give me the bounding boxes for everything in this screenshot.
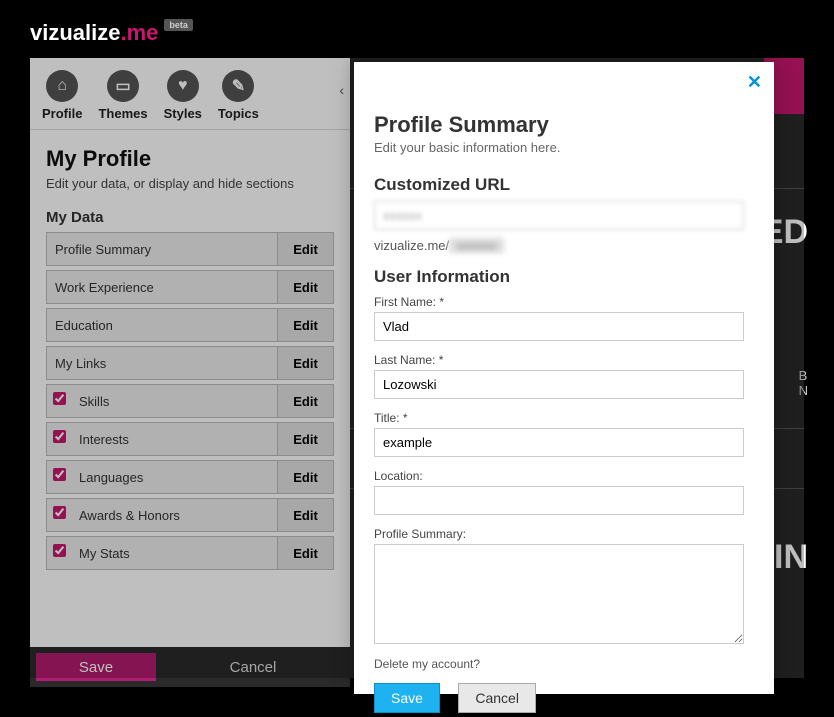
- preview-text-2: IN: [774, 538, 808, 577]
- beta-badge: beta: [164, 19, 193, 31]
- edit-button[interactable]: Edit: [277, 347, 333, 379]
- briefcase-icon: ▭: [107, 70, 139, 102]
- data-row: Profile SummaryEdit: [46, 232, 334, 266]
- chevron-left-icon[interactable]: ‹: [339, 82, 344, 98]
- data-row: My StatsEdit: [46, 536, 334, 570]
- modal-title: Profile Summary: [374, 112, 754, 138]
- row-label: Languages: [71, 470, 277, 485]
- tab-profile[interactable]: ⌂ Profile: [34, 66, 90, 129]
- page-title: My Profile: [46, 146, 334, 172]
- preview-text-small: BN: [799, 368, 808, 398]
- first-name-input[interactable]: [374, 312, 744, 341]
- custom-url-input[interactable]: [374, 201, 744, 230]
- heart-icon: ♥: [167, 70, 199, 102]
- row-checkbox-wrap: [47, 468, 71, 486]
- last-name-input[interactable]: [374, 370, 744, 399]
- edit-button[interactable]: Edit: [277, 385, 333, 417]
- row-label: Education: [47, 318, 277, 333]
- row-label: Interests: [71, 432, 277, 447]
- row-checkbox-wrap: [47, 544, 71, 562]
- row-checkbox[interactable]: [53, 392, 66, 405]
- title-label: Title: *: [374, 411, 754, 425]
- brand-logo: vizualize.me beta: [30, 20, 804, 46]
- url-display: vizualize.me/xxxxxx: [374, 238, 754, 253]
- modal-save-button[interactable]: Save: [374, 683, 440, 713]
- location-label: Location:: [374, 469, 754, 483]
- tab-topics[interactable]: ✎ Topics: [210, 66, 267, 129]
- data-row: EducationEdit: [46, 308, 334, 342]
- edit-button[interactable]: Edit: [277, 271, 333, 303]
- row-checkbox[interactable]: [53, 506, 66, 519]
- title-input[interactable]: [374, 428, 744, 457]
- data-row: LanguagesEdit: [46, 460, 334, 494]
- data-row: Work ExperienceEdit: [46, 270, 334, 304]
- user-info-heading: User Information: [374, 267, 754, 287]
- modal-cancel-button[interactable]: Cancel: [458, 683, 536, 713]
- edit-button[interactable]: Edit: [277, 233, 333, 265]
- page-subtitle: Edit your data, or display and hide sect…: [46, 176, 334, 191]
- row-label: My Links: [47, 356, 277, 371]
- tab-styles[interactable]: ♥ Styles: [156, 66, 210, 129]
- profile-summary-modal: ✕ Profile Summary Edit your basic inform…: [354, 62, 774, 694]
- row-checkbox[interactable]: [53, 544, 66, 557]
- delete-account-link[interactable]: Delete my account?: [374, 657, 754, 671]
- brand-part2: .me: [120, 20, 158, 46]
- summary-label: Profile Summary:: [374, 527, 754, 541]
- row-label: Awards & Honors: [71, 508, 277, 523]
- data-row: InterestsEdit: [46, 422, 334, 456]
- data-row: My LinksEdit: [46, 346, 334, 380]
- mydata-heading: My Data: [46, 209, 334, 226]
- tab-themes-label: Themes: [98, 106, 147, 121]
- url-prefix: vizualize.me/: [374, 238, 449, 253]
- tab-profile-label: Profile: [42, 106, 82, 121]
- close-icon[interactable]: ✕: [747, 72, 762, 93]
- brand-part1: vizualize: [30, 20, 120, 46]
- data-row: Awards & HonorsEdit: [46, 498, 334, 532]
- edit-button[interactable]: Edit: [277, 537, 333, 569]
- edit-button[interactable]: Edit: [277, 461, 333, 493]
- row-label: Work Experience: [47, 280, 277, 295]
- row-label: Skills: [71, 394, 277, 409]
- last-name-label: Last Name: *: [374, 353, 754, 367]
- tab-styles-label: Styles: [164, 106, 202, 121]
- custom-url-heading: Customized URL: [374, 175, 754, 195]
- location-input[interactable]: [374, 486, 744, 515]
- clip-icon: ✎: [222, 70, 254, 102]
- tab-themes[interactable]: ▭ Themes: [90, 66, 155, 129]
- save-button[interactable]: Save: [36, 653, 156, 681]
- url-suffix: xxxxxx: [449, 238, 504, 253]
- row-label: Profile Summary: [47, 242, 277, 257]
- row-checkbox[interactable]: [53, 430, 66, 443]
- row-checkbox-wrap: [47, 430, 71, 448]
- edit-button[interactable]: Edit: [277, 423, 333, 455]
- home-icon: ⌂: [46, 70, 78, 102]
- row-checkbox-wrap: [47, 506, 71, 524]
- row-label: My Stats: [71, 546, 277, 561]
- row-checkbox[interactable]: [53, 468, 66, 481]
- edit-button[interactable]: Edit: [277, 309, 333, 341]
- summary-textarea[interactable]: [374, 544, 744, 644]
- first-name-label: First Name: *: [374, 295, 754, 309]
- tab-topics-label: Topics: [218, 106, 259, 121]
- bottom-bar: Save Cancel: [30, 647, 350, 687]
- modal-subtitle: Edit your basic information here.: [374, 140, 754, 155]
- data-row: SkillsEdit: [46, 384, 334, 418]
- tab-bar: ⌂ Profile ▭ Themes ♥ Styles ✎ Topics: [30, 58, 350, 130]
- cancel-button[interactable]: Cancel: [156, 647, 350, 687]
- left-panel: ⌂ Profile ▭ Themes ♥ Styles ✎ Topics: [30, 58, 350, 678]
- edit-button[interactable]: Edit: [277, 499, 333, 531]
- row-checkbox-wrap: [47, 392, 71, 410]
